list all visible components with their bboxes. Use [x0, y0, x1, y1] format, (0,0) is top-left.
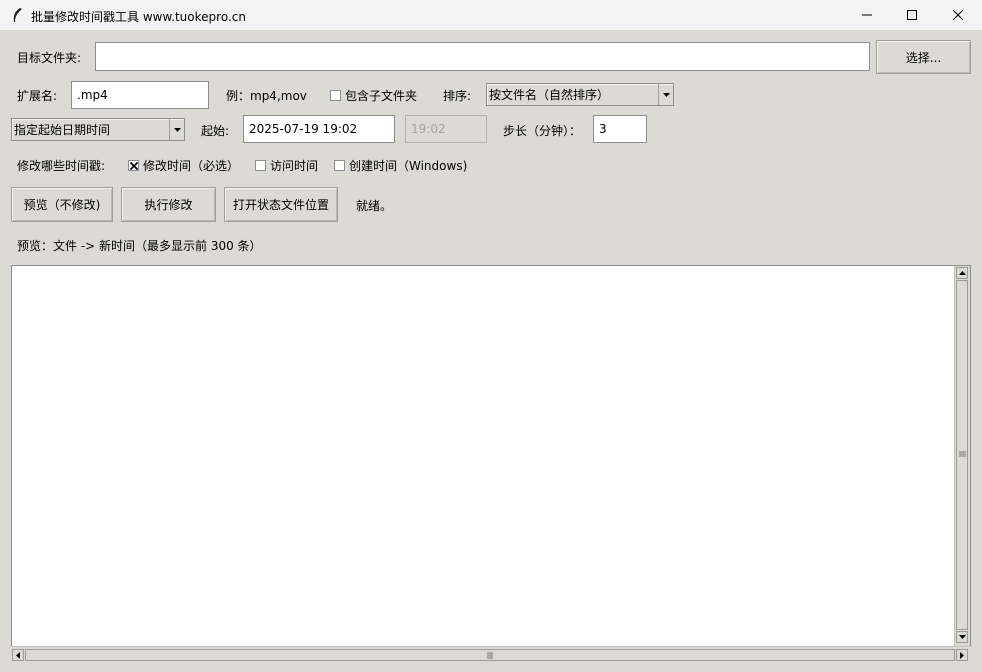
- close-button[interactable]: [935, 0, 981, 30]
- accessed-time-box[interactable]: [255, 160, 266, 171]
- grip-icon: [487, 652, 493, 659]
- modified-time-checkbox[interactable]: 修改时间（必选）: [128, 157, 239, 174]
- time-mode-value: 指定起始日期时间: [14, 123, 111, 137]
- triangle-up-icon: [958, 271, 966, 275]
- accessed-time-checkbox[interactable]: 访问时间: [255, 157, 318, 174]
- sort-value: 按文件名（自然排序）: [489, 88, 610, 102]
- include-subfolders-label: 包含子文件夹: [345, 89, 418, 103]
- preview-button[interactable]: 预览（不修改): [11, 187, 113, 222]
- folder-label: 目标文件夹:: [17, 51, 82, 65]
- scroll-right-button[interactable]: [956, 649, 968, 661]
- sort-select[interactable]: 按文件名（自然排序）: [486, 83, 674, 106]
- maximize-icon: [907, 10, 917, 20]
- modified-time-box[interactable]: [128, 160, 139, 171]
- vertical-scrollbar[interactable]: [954, 266, 970, 646]
- triangle-down-icon[interactable]: [169, 119, 184, 140]
- include-subfolders-box[interactable]: [330, 90, 341, 101]
- open-state-file-button[interactable]: 打开状态文件位置: [224, 187, 338, 222]
- status-text: 就绪。: [356, 199, 393, 213]
- minimize-icon: [862, 14, 872, 16]
- extension-label: 扩展名:: [17, 89, 58, 103]
- stamps-label: 修改哪些时间戳:: [17, 159, 106, 173]
- title-bar: 批量修改时间戳工具 www.tuokepro.cn: [0, 0, 982, 30]
- triangle-down-icon[interactable]: [658, 84, 673, 105]
- created-time-box[interactable]: [334, 160, 345, 171]
- step-input[interactable]: 3: [593, 115, 647, 143]
- triangle-down-icon: [958, 635, 966, 639]
- time-input: 19:02: [405, 115, 487, 143]
- folder-input[interactable]: [95, 42, 870, 71]
- created-time-checkbox[interactable]: 创建时间（Windows): [334, 157, 467, 174]
- scroll-left-button[interactable]: [12, 649, 24, 661]
- include-subfolders-checkbox[interactable]: 包含子文件夹: [330, 87, 417, 104]
- close-icon: [953, 10, 963, 20]
- preview-heading: 预览：文件 -> 新时间（最多显示前 300 条）: [17, 239, 262, 253]
- maximize-button[interactable]: [889, 0, 935, 30]
- feather-icon: [13, 8, 22, 22]
- step-label: 步长（分钟）：: [503, 124, 582, 138]
- modified-time-label: 修改时间（必选）: [143, 159, 240, 173]
- browse-button[interactable]: 选择...: [876, 40, 971, 74]
- preview-list[interactable]: [11, 265, 971, 661]
- scroll-up-button[interactable]: [956, 267, 968, 279]
- x-check-icon: [129, 161, 138, 170]
- window-title: 批量修改时间戳工具 www.tuokepro.cn: [31, 10, 246, 24]
- sort-label: 排序:: [443, 89, 472, 103]
- start-label: 起始:: [201, 124, 230, 138]
- created-time-label: 创建时间（Windows): [349, 159, 468, 173]
- time-mode-select[interactable]: 指定起始日期时间: [11, 118, 185, 141]
- triangle-right-icon: [960, 651, 964, 659]
- extension-input[interactable]: .mp4: [71, 81, 209, 109]
- minimize-button[interactable]: [844, 0, 890, 30]
- extension-example: 例：mp4,mov: [226, 89, 307, 103]
- scroll-down-button[interactable]: [956, 631, 968, 643]
- start-datetime-input[interactable]: 2025-07-19 19:02: [243, 115, 395, 143]
- accessed-time-label: 访问时间: [270, 159, 319, 173]
- horizontal-scroll-thumb[interactable]: [25, 649, 955, 661]
- vertical-scroll-thumb[interactable]: [956, 280, 968, 630]
- triangle-left-icon: [16, 651, 20, 659]
- main-panel: 目标文件夹: 选择... 扩展名: .mp4 例：mp4,mov 包含子文件夹 …: [0, 30, 982, 672]
- grip-icon: [959, 451, 966, 457]
- horizontal-scrollbar[interactable]: [11, 646, 971, 662]
- execute-button[interactable]: 执行修改: [121, 187, 216, 222]
